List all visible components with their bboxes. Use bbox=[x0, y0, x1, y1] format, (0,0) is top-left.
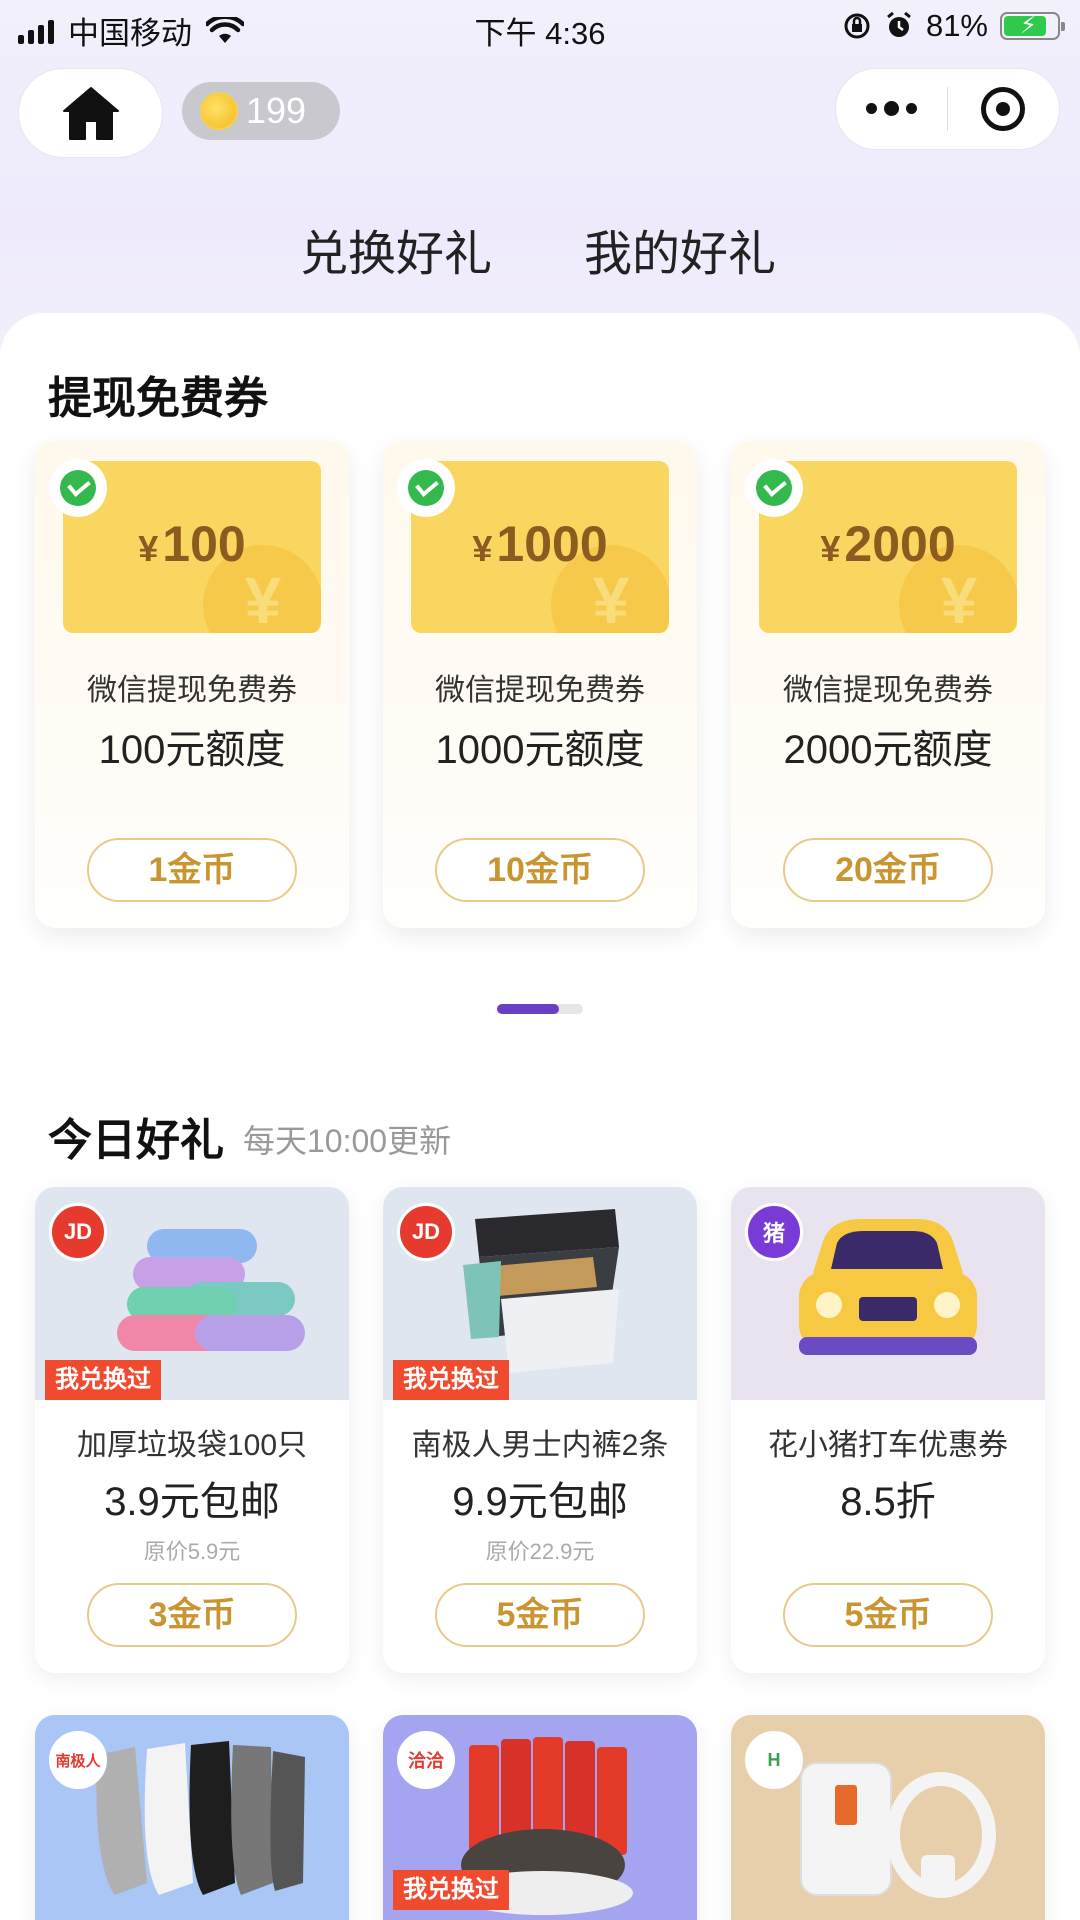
gift-deal: 3.9元包邮 bbox=[104, 1480, 280, 1524]
coupon-quota: 100元额度 bbox=[98, 728, 286, 772]
close-miniprogram-button[interactable] bbox=[948, 87, 1059, 131]
wechat-icon bbox=[397, 459, 455, 517]
redeem-button[interactable]: 5金币 bbox=[435, 1583, 645, 1647]
redeem-button[interactable]: 5金币 bbox=[783, 1583, 993, 1647]
home-icon bbox=[62, 87, 119, 140]
gift-card[interactable]: JD 我兑换过 南极人男士内裤2条 9.9元包邮 原价22.9元 5金币 bbox=[383, 1187, 697, 1673]
exchanged-tag: 我兑换过 bbox=[393, 1870, 509, 1910]
tab-exchange-gifts[interactable]: 兑换好礼 bbox=[300, 214, 493, 296]
coupon-card[interactable]: ¥ ¥100 微信提现免费券 100元额度 1金币 bbox=[35, 441, 349, 928]
tab-my-gifts-label: 我的好礼 bbox=[584, 228, 777, 281]
status-right: 81% ⚡ bbox=[842, 8, 1065, 44]
coupon-name: 微信提现免费券 bbox=[87, 674, 297, 707]
gift-name: 南极人男士内裤2条 bbox=[411, 1429, 669, 1462]
gift-name: 加厚垃圾袋100只 bbox=[76, 1429, 308, 1462]
coupon-amount: ¥2000 bbox=[820, 516, 956, 572]
exchanged-tag: 我兑换过 bbox=[393, 1360, 509, 1400]
redeem-button[interactable]: 10金币 bbox=[435, 838, 645, 902]
coupon-quota: 1000元额度 bbox=[435, 728, 645, 772]
tab-exchange-gifts-label: 兑换好礼 bbox=[300, 228, 493, 281]
coupon-amount: ¥1000 bbox=[472, 516, 608, 572]
miniprogram-capsule bbox=[835, 68, 1060, 150]
redeem-button[interactable]: 3金币 bbox=[87, 1583, 297, 1647]
wechat-icon bbox=[745, 459, 803, 517]
alarm-icon bbox=[887, 11, 911, 37]
tab-my-gifts[interactable]: 我的好礼 bbox=[584, 214, 776, 284]
gift-name: 花小猪打车优惠券 bbox=[768, 1429, 1008, 1462]
redeem-button[interactable]: 20金币 bbox=[783, 838, 993, 902]
carousel-indicator-active bbox=[497, 1004, 559, 1014]
free-coupon-section-title: 提现免费券 bbox=[48, 374, 268, 423]
store-logo-icon: H bbox=[745, 1731, 803, 1789]
coupon-card[interactable]: ¥ ¥1000 微信提现免费券 1000元额度 10金币 bbox=[383, 441, 697, 928]
gift-original-price: 原价22.9元 bbox=[485, 1539, 595, 1564]
home-button[interactable] bbox=[18, 68, 163, 158]
gift-deal: 9.9元包邮 bbox=[452, 1480, 628, 1524]
status-bar: 中国移动 下午 4:36 81% ⚡ bbox=[0, 0, 1080, 54]
coin-count: 199 bbox=[246, 90, 307, 131]
redeem-button[interactable]: 1金币 bbox=[87, 838, 297, 902]
gift-deal: 8.5折 bbox=[840, 1480, 936, 1524]
coupon-quota: 2000元额度 bbox=[783, 728, 993, 772]
gift-card[interactable]: 南极人 bbox=[35, 1715, 349, 1920]
more-dots-icon bbox=[866, 102, 877, 114]
battery-percent: 81% bbox=[925, 8, 988, 43]
coupon-amount: ¥100 bbox=[138, 516, 246, 572]
today-gifts-subtitle: 每天10:00更新 bbox=[243, 1123, 452, 1159]
gift-image-car: 猪 bbox=[731, 1187, 1045, 1400]
jd-dog-icon: JD bbox=[397, 1203, 455, 1261]
gift-card[interactable]: 猪 花小猪打车优惠券 8.5折 5金币 bbox=[731, 1187, 1045, 1673]
coupon-name: 微信提现免费券 bbox=[783, 674, 993, 707]
battery-icon: ⚡ bbox=[1000, 12, 1065, 40]
target-icon bbox=[981, 87, 1026, 131]
coin-balance[interactable]: 199 bbox=[182, 82, 340, 140]
coin-icon bbox=[200, 92, 238, 130]
rotation-lock-icon bbox=[844, 13, 870, 39]
coupon-name: 微信提现免费券 bbox=[435, 674, 645, 707]
huaxiaozhu-pig-icon: 猪 bbox=[745, 1203, 803, 1261]
qiaqia-logo-icon: 洽洽 bbox=[397, 1731, 455, 1789]
gift-card[interactable]: H bbox=[731, 1715, 1045, 1920]
more-button[interactable] bbox=[836, 100, 947, 116]
gift-original-price: 原价5.9元 bbox=[143, 1539, 241, 1564]
exchanged-tag: 我兑换过 bbox=[45, 1360, 161, 1400]
today-gifts-title: 今日好礼 bbox=[48, 1116, 224, 1165]
carousel-indicator[interactable] bbox=[497, 1004, 583, 1014]
nanjiren-logo-icon: 南极人 bbox=[49, 1731, 107, 1789]
gift-image-trash-bags: JD 我兑换过 bbox=[35, 1187, 349, 1400]
gift-image-underwear: JD 我兑换过 bbox=[383, 1187, 697, 1400]
gift-card[interactable]: JD 我兑换过 加厚垃圾袋100只 3.9元包邮 原价5.9元 3金币 bbox=[35, 1187, 349, 1673]
charging-bolt-icon: ⚡ bbox=[1020, 12, 1037, 39]
jd-dog-icon: JD bbox=[49, 1203, 107, 1261]
wechat-icon bbox=[49, 459, 107, 517]
coupon-card[interactable]: ¥ ¥2000 微信提现免费券 2000元额度 20金币 bbox=[731, 441, 1045, 928]
gift-card[interactable]: 洽洽 我兑换过 bbox=[383, 1715, 697, 1920]
